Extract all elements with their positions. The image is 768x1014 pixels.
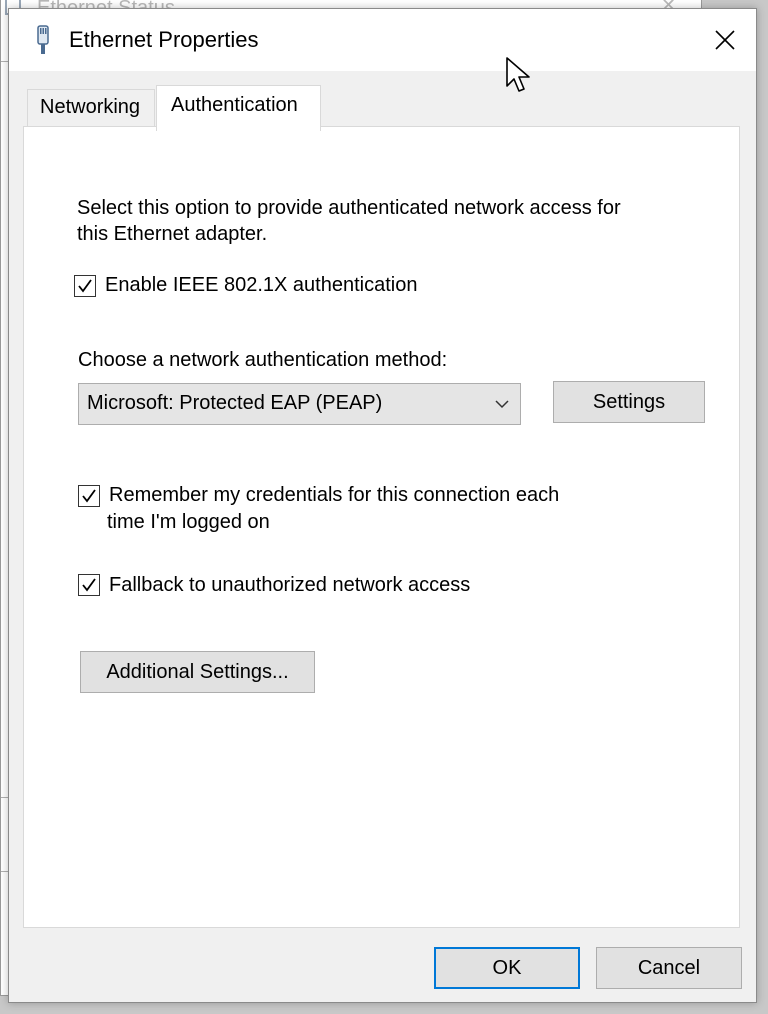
ok-button[interactable]: OK xyxy=(434,947,580,989)
method-label: Choose a network authentication method: xyxy=(78,349,448,371)
description-line1: Select this option to provide authentica… xyxy=(77,197,621,219)
cancel-button[interactable]: Cancel xyxy=(596,947,742,989)
enable-8021x-checkbox[interactable] xyxy=(74,275,96,297)
authentication-method-dropdown[interactable]: Microsoft: Protected EAP (PEAP) xyxy=(78,383,521,425)
close-button[interactable] xyxy=(694,9,756,71)
checkmark-icon xyxy=(78,279,92,293)
enable-8021x-label[interactable]: Enable IEEE 802.1X authentication xyxy=(105,272,417,298)
checkmark-icon xyxy=(82,578,96,592)
checkmark-icon xyxy=(82,489,96,503)
dialog-title: Ethernet Properties xyxy=(69,27,259,52)
tab-label: Networking xyxy=(40,96,141,118)
close-icon xyxy=(715,30,735,50)
authentication-panel: Select this option to provide authentica… xyxy=(23,126,740,928)
ethernet-adapter-icon xyxy=(37,25,49,54)
remember-credentials-checkbox[interactable] xyxy=(78,485,100,507)
chevron-down-icon xyxy=(495,400,509,409)
tab-label: Authentication xyxy=(171,94,298,116)
fallback-label[interactable]: Fallback to unauthorized network access xyxy=(109,572,470,598)
title-bar[interactable]: Ethernet Properties xyxy=(9,9,756,71)
tab-authentication[interactable]: Authentication xyxy=(156,85,321,131)
remember-credentials-label-line2[interactable]: time I'm logged on xyxy=(107,509,270,535)
remember-credentials-label-line1[interactable]: Remember my credentials for this connect… xyxy=(109,482,559,508)
mouse-cursor-icon xyxy=(506,57,530,92)
dropdown-value: Microsoft: Protected EAP (PEAP) xyxy=(87,392,383,414)
tab-networking[interactable]: Networking xyxy=(27,89,155,129)
settings-button[interactable]: Settings xyxy=(553,381,705,423)
ethernet-properties-dialog: Ethernet Properties Networking Authentic… xyxy=(8,8,757,1003)
additional-settings-button[interactable]: Additional Settings... xyxy=(80,651,315,693)
fallback-checkbox[interactable] xyxy=(78,574,100,596)
description-line2: this Ethernet adapter. xyxy=(77,223,268,245)
